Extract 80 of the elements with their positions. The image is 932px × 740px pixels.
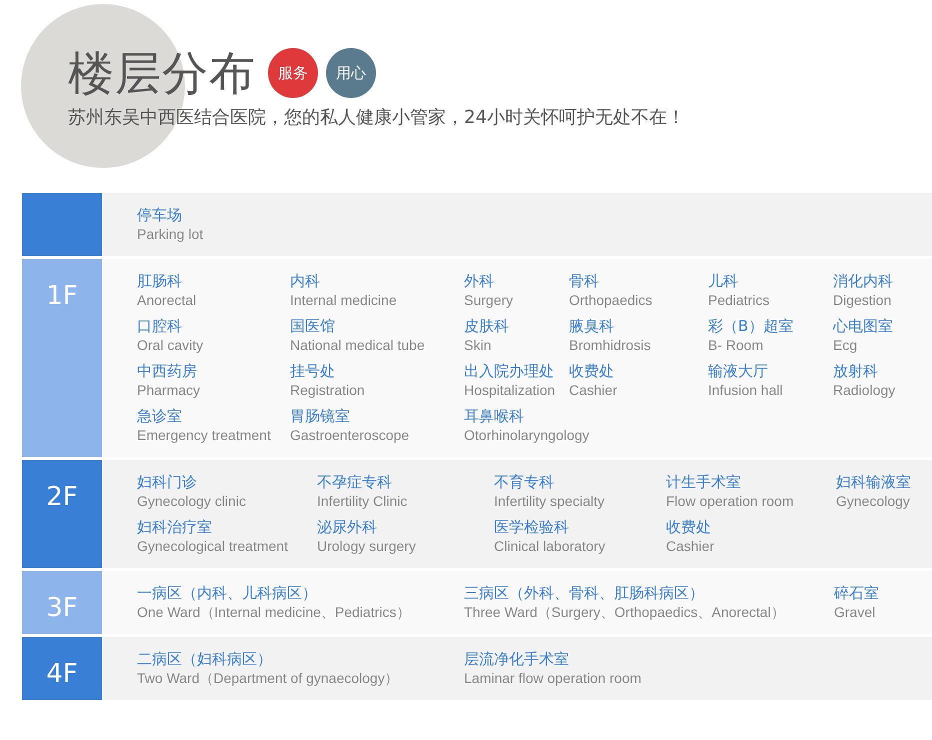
- department-name: 层流净化手术室: [464, 649, 569, 669]
- department-english: Urology surgery: [317, 537, 416, 555]
- department-name: 妇科门诊: [137, 472, 197, 492]
- department-english: Cashier: [569, 381, 618, 399]
- department-name: 二病区（妇科病区）: [137, 649, 272, 669]
- department-english: Otorhinolaryngology: [464, 426, 590, 444]
- department-name: 消化内科: [833, 271, 893, 291]
- department-name: 儿科: [708, 271, 738, 291]
- floor-label: 2F: [22, 460, 102, 568]
- subtitle: 苏州东吴中西医结合医院，您的私人健康小管家，24小时关怀呵护无处不在！: [68, 106, 686, 130]
- department-name: 三病区（外科、骨科、肛肠科病区）: [464, 583, 704, 603]
- department-english: National medical tube: [290, 336, 425, 354]
- department-english: Bromhidrosis: [569, 336, 651, 354]
- department-english: Gynecology clinic: [137, 492, 246, 510]
- department-name: 妇科治疗室: [137, 517, 212, 537]
- department-english: Two Ward（Department of gynaecology）: [137, 669, 399, 687]
- department-english: Ecg: [833, 336, 858, 354]
- department-english: Clinical laboratory: [494, 537, 606, 555]
- department-english: Parking lot: [137, 225, 204, 243]
- department-english: B- Room: [708, 336, 764, 354]
- department-name: 停车场: [137, 205, 182, 225]
- department-english: Pharmacy: [137, 381, 200, 399]
- department-english: Skin: [464, 336, 492, 354]
- department-english: Pediatrics: [708, 291, 770, 309]
- department-name: 收费处: [666, 517, 711, 537]
- department-english: Infertility Clinic: [317, 492, 408, 510]
- department-name: 一病区（内科、儿科病区）: [137, 583, 317, 603]
- department-english: Anorectal: [137, 291, 196, 309]
- department-name: 不育专科: [494, 472, 554, 492]
- department-name: 口腔科: [137, 316, 182, 336]
- department-name: 计生手术室: [666, 472, 741, 492]
- department-name: 妇科输液室: [836, 472, 911, 492]
- department-english: Laminar flow operation room: [464, 669, 642, 687]
- department-name: 挂号处: [290, 361, 335, 381]
- department-english: Internal medicine: [290, 291, 397, 309]
- department-english: Gynecological treatment: [137, 537, 288, 555]
- department-name: 泌尿外科: [317, 517, 377, 537]
- department-english: Radiology: [833, 381, 896, 399]
- tag-badge: 用心: [326, 48, 376, 98]
- department-english: Surgery: [464, 291, 514, 309]
- department-english: Gravel: [834, 603, 876, 621]
- department-english: Orthopaedics: [569, 291, 652, 309]
- tag-badge: 服务: [268, 48, 318, 98]
- department-english: Emergency treatment: [137, 426, 271, 444]
- department-english: Cashier: [666, 537, 714, 555]
- department-name: 肛肠科: [137, 271, 182, 291]
- department-english: Hospitalization: [464, 381, 556, 399]
- floor-label: 3F: [22, 571, 102, 634]
- department-english: Digestion: [833, 291, 892, 309]
- department-english: Three Ward（Surgery、Orthopaedics、Anorectal）: [464, 603, 785, 621]
- department-english: Infertility specialty: [494, 492, 604, 510]
- department-name: 胃肠镜室: [290, 406, 350, 426]
- department-name: 腋臭科: [569, 316, 614, 336]
- department-name: 骨科: [569, 271, 599, 291]
- department-name: 中西药房: [137, 361, 197, 381]
- department-name: 皮肤科: [464, 316, 509, 336]
- department-english: Infusion hall: [708, 381, 783, 399]
- department-english: One Ward（Internal medicine、Pediatrics）: [137, 603, 410, 621]
- floor-label: 1F: [22, 259, 102, 457]
- department-name: 国医馆: [290, 316, 335, 336]
- floor-label: 4F: [22, 637, 102, 700]
- department-name: 医学检验科: [494, 517, 569, 537]
- department-name: 外科: [464, 271, 494, 291]
- department-name: 出入院办理处: [464, 361, 554, 381]
- department-name: 碎石室: [834, 583, 879, 603]
- department-name: 放射科: [833, 361, 878, 381]
- department-name: 输液大厅: [708, 361, 768, 381]
- department-english: Gynecology: [836, 492, 910, 510]
- department-name: 心电图室: [833, 316, 893, 336]
- department-name: 不孕症专科: [317, 472, 392, 492]
- department-name: 内科: [290, 271, 320, 291]
- department-english: Flow operation room: [666, 492, 794, 510]
- page-title: 楼层分布: [68, 50, 256, 96]
- department-english: Registration: [290, 381, 365, 399]
- department-name: 耳鼻喉科: [464, 406, 524, 426]
- department-name: 收费处: [569, 361, 614, 381]
- department-name: 急诊室: [137, 406, 182, 426]
- department-english: Gastroenteroscope: [290, 426, 410, 444]
- department-name: 彩（B）超室: [708, 316, 794, 336]
- department-english: Oral cavity: [137, 336, 204, 354]
